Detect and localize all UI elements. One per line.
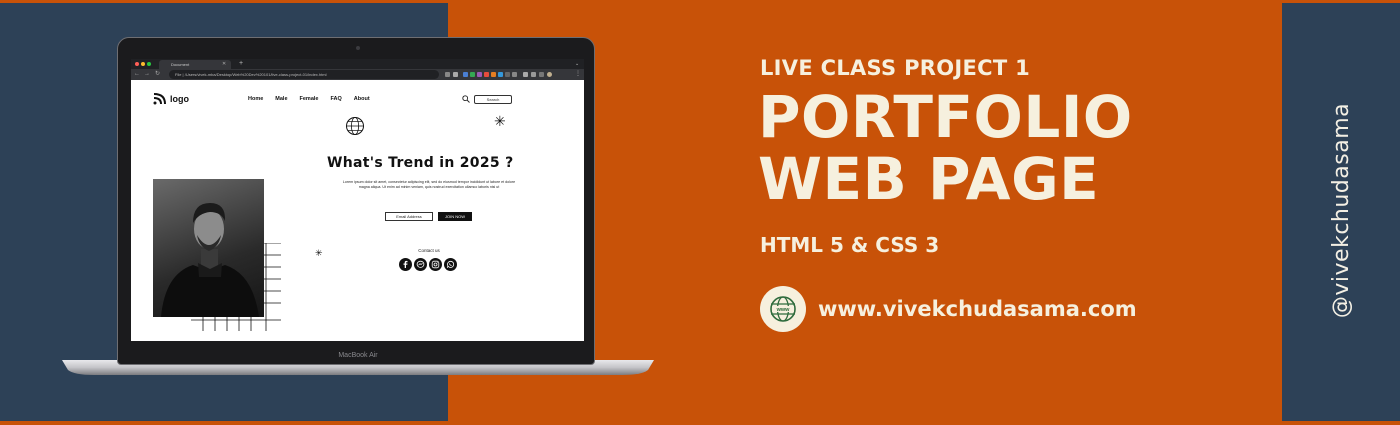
mockup-nav-male[interactable]: Male — [275, 96, 287, 102]
camera-dot — [356, 46, 360, 50]
instagram-icon[interactable] — [429, 258, 442, 271]
laptop-screen: Document ✕ + ⌄ ← → ↻ File | /Users/vivek… — [131, 59, 584, 341]
banner-title-line2: WEB PAGE — [758, 145, 1100, 213]
extension-icon[interactable] — [477, 72, 482, 77]
browser-address-bar: ← → ↻ File | /Users/vivek-mba/Desktop/We… — [131, 69, 584, 80]
globe-icon — [346, 117, 364, 135]
menu-kebab-icon[interactable]: ⋮ — [575, 70, 581, 79]
search-icon[interactable] — [462, 95, 470, 103]
bottom-accent-line — [0, 421, 1400, 425]
extension-icon[interactable] — [484, 72, 489, 77]
mockup-nav-female[interactable]: Female — [300, 96, 319, 102]
tab-title: Document — [171, 62, 190, 67]
extension-icon[interactable] — [491, 72, 496, 77]
extension-icon[interactable] — [512, 72, 517, 77]
close-window-icon[interactable] — [135, 62, 139, 66]
mockup-social-row — [399, 258, 457, 271]
laptop-model-label: MacBook Air — [338, 352, 378, 359]
messenger-icon[interactable] — [414, 258, 427, 271]
mockup-paragraph: Lorem ipsum dolor sit amet, consectetur … — [342, 180, 516, 189]
website-row[interactable]: www www.vivekchudasama.com — [760, 286, 1137, 332]
extension-icon[interactable] — [470, 72, 475, 77]
mockup-heading: What's Trend in 2025 ? — [327, 155, 514, 171]
profile-avatar-icon[interactable] — [547, 72, 552, 77]
tab-close-icon[interactable]: ✕ — [222, 60, 226, 69]
mockup-nav-faq[interactable]: FAQ — [330, 96, 341, 102]
banner-tech: HTML 5 & CSS 3 — [760, 233, 940, 257]
tab-search-icon[interactable]: ⌄ — [575, 59, 579, 69]
mockup-nav-about[interactable]: About — [354, 96, 370, 102]
share-icon[interactable] — [445, 72, 450, 77]
social-handle-text: @vivekchudasama — [1329, 102, 1355, 318]
url-field[interactable]: File | /Users/vivek-mba/Desktop/Web%20De… — [169, 70, 439, 79]
bookmark-star-icon[interactable] — [453, 72, 458, 77]
mockup-logo-text: logo — [170, 93, 189, 104]
extension-icon[interactable] — [498, 72, 503, 77]
browser-tab[interactable]: Document — [159, 60, 231, 69]
globe-www-icon: www — [760, 286, 806, 332]
new-tab-icon[interactable]: + — [239, 59, 243, 69]
browser-tab-bar: Document ✕ + ⌄ — [131, 59, 584, 69]
mockup-nav-home[interactable]: Home — [248, 96, 263, 102]
banner-title-line1: PORTFOLIO — [758, 83, 1133, 151]
model-photo — [153, 179, 264, 317]
back-icon[interactable]: ← — [134, 70, 140, 79]
minimize-window-icon[interactable] — [141, 62, 145, 66]
svg-text:www: www — [776, 307, 791, 313]
mockup-contact-label: Contact us — [418, 248, 440, 253]
whatsapp-icon[interactable] — [444, 258, 457, 271]
mockup-join-button[interactable]: JOIN NOW — [438, 212, 472, 221]
mockup-logo[interactable]: logo — [153, 92, 189, 105]
downloads-icon[interactable] — [531, 72, 536, 77]
extension-icon[interactable] — [463, 72, 468, 77]
social-handle: @vivekchudasama — [1320, 80, 1364, 340]
banner-title: PORTFOLIO WEB PAGE — [758, 86, 1133, 210]
facebook-icon[interactable] — [399, 258, 412, 271]
website-link[interactable]: www.vivekchudasama.com — [818, 297, 1137, 321]
sparkle-icon: ✳ — [494, 113, 506, 129]
sidebar-icon[interactable] — [539, 72, 544, 77]
forward-icon[interactable]: → — [144, 70, 150, 79]
mockup-email-field[interactable]: Email Address — [385, 212, 433, 221]
wifi-rss-icon — [153, 93, 166, 105]
sparkle-icon: ✳ — [315, 248, 323, 258]
mockup-search-button[interactable]: Search — [474, 95, 512, 104]
reload-icon[interactable]: ↻ — [155, 70, 160, 79]
mockup-nav: Home Male Female FAQ About — [248, 96, 370, 102]
extension-icon[interactable] — [505, 72, 510, 77]
banner-subtitle: LIVE CLASS PROJECT 1 — [760, 56, 1030, 80]
extensions-puzzle-icon[interactable] — [523, 72, 528, 77]
maximize-window-icon[interactable] — [147, 62, 151, 66]
